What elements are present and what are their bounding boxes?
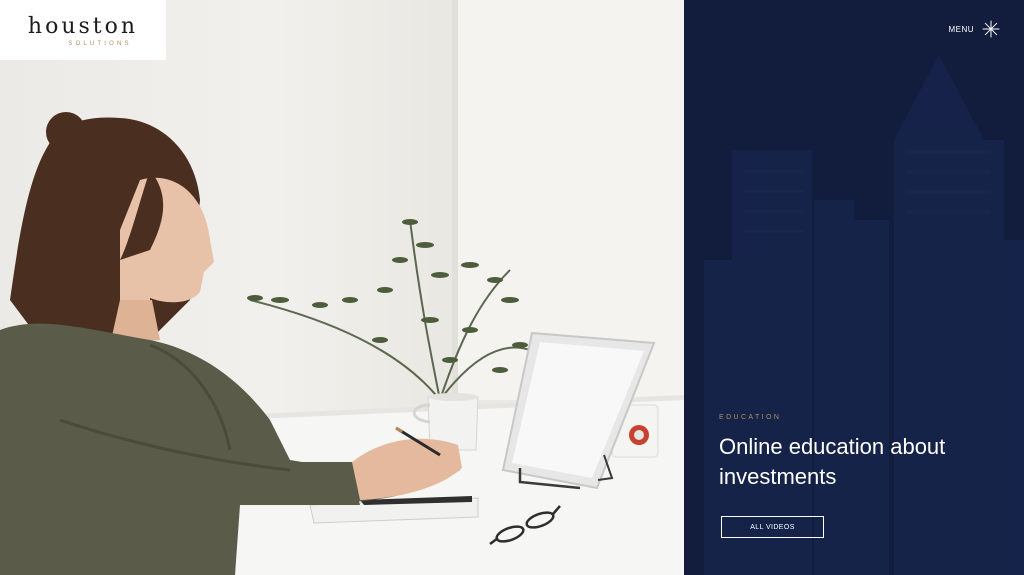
menu-toggle[interactable]: MENU	[948, 20, 1000, 38]
hero-photo: houston SOLUTIONS	[0, 0, 684, 575]
brand-logo[interactable]: houston SOLUTIONS	[0, 0, 166, 60]
hero-copy: EDUCATION Online education about investm…	[719, 414, 959, 492]
brand-tagline: SOLUTIONS	[68, 40, 132, 47]
brand-name: houston	[27, 13, 139, 39]
section-eyebrow: EDUCATION	[719, 414, 782, 421]
all-videos-button[interactable]: ALL VIDEOS	[721, 516, 824, 538]
side-panel: MENU EDUCATION Online education about in…	[684, 0, 1024, 575]
page: houston SOLUTIONS MENU EDUCATION Online …	[0, 0, 1024, 575]
asterisk-menu-icon[interactable]	[982, 20, 1000, 38]
hero-headline: Online education about investments	[719, 434, 946, 489]
menu-label: MENU	[948, 24, 974, 34]
hero-photo-illustration	[0, 0, 684, 575]
